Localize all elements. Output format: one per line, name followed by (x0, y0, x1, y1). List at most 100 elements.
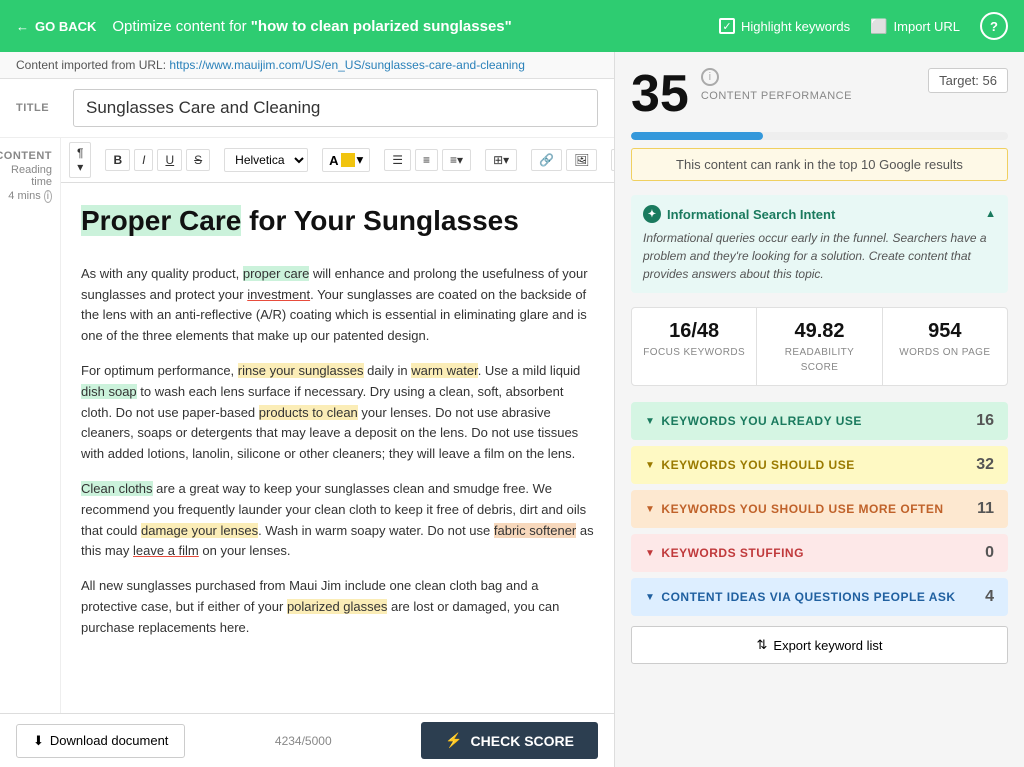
keyword-row-0[interactable]: ▼ KEYWORDS YOU ALREADY USE 16 (631, 402, 1008, 440)
import-icon: ⬜ (870, 18, 887, 35)
rank-banner: This content can rank in the top 10 Goog… (631, 148, 1008, 181)
import-url-button[interactable]: ⬜ Import URL (870, 18, 960, 35)
help-button[interactable]: ? (980, 12, 1008, 40)
right-panel: 35 i CONTENT PERFORMANCE Target: 56 This… (615, 52, 1024, 767)
score-bar-fill (631, 132, 763, 140)
kw-count-1: 32 (976, 456, 994, 474)
stats-row: 16/48 FOCUS KEYWORDS 49.82 READABILITY S… (631, 307, 1008, 386)
heading-highlight-1: Proper Care (81, 205, 241, 236)
kw-count-3: 0 (985, 544, 994, 562)
score-bar (631, 132, 1008, 140)
kw-label-4: CONTENT IDEAS VIA QUESTIONS PEOPLE ASK (661, 590, 955, 604)
toolbar-source-btn[interactable]: </> (611, 149, 614, 171)
back-button[interactable]: ← GO BACK (16, 19, 96, 34)
toolbar-bold-btn[interactable]: B (105, 149, 130, 171)
toolbar-strikethrough-btn[interactable]: S (186, 149, 210, 171)
toolbar-font-select[interactable]: Helvetica (224, 148, 308, 172)
editor-paragraph-2: For optimum performance, rinse your sung… (81, 361, 594, 465)
keyword-row-1[interactable]: ▼ KEYWORDS YOU SHOULD USE 32 (631, 446, 1008, 484)
export-icon: ⇅ (757, 637, 768, 653)
editor-paragraph-4: All new sunglasses purchased from Maui J… (81, 576, 594, 638)
readability-stat: 49.82 READABILITY SCORE (757, 308, 882, 385)
editor-area: TITLE CONTENT Reading time 4 mins i ¶ ▾ (0, 79, 614, 767)
editor-heading: Proper Care for Your Sunglasses (81, 199, 594, 244)
kw-label-2: KEYWORDS YOU SHOULD USE MORE OFTEN (661, 502, 943, 516)
kw-chevron-0: ▼ (645, 416, 655, 427)
keyword-row-3[interactable]: ▼ KEYWORDS STUFFING 0 (631, 534, 1008, 572)
keyword-section: ▼ KEYWORDS YOU ALREADY USE 16 ▼ KEYWORDS… (631, 402, 1008, 616)
editor-paragraph-1: As with any quality product, proper care… (81, 264, 594, 347)
topbar-actions: ✓ Highlight keywords ⬜ Import URL ? (719, 12, 1008, 40)
score-label: CONTENT PERFORMANCE (701, 90, 852, 102)
back-arrow-icon: ← (16, 19, 29, 34)
toolbar-paragraph-btn[interactable]: ¶ ▾ (69, 142, 91, 178)
intent-header: ✦ Informational Search Intent ▲ (643, 205, 996, 223)
kw-label-1: KEYWORDS YOU SHOULD USE (661, 458, 854, 472)
reading-time-value: 4 mins i (8, 190, 52, 202)
content-label-col: CONTENT Reading time 4 mins i (0, 138, 60, 713)
word-count: 4234/5000 (197, 734, 409, 748)
title-label: TITLE (16, 102, 61, 114)
intent-chevron: ▲ (985, 208, 996, 220)
editor-col: ¶ ▾ B I U S Helvetica A (60, 138, 614, 713)
download-icon: ⬇ (33, 733, 44, 749)
color-swatch (341, 153, 355, 167)
kw-chevron-3: ▼ (645, 548, 655, 559)
back-label: GO BACK (35, 19, 96, 34)
intent-title: ✦ Informational Search Intent (643, 205, 835, 223)
kw-count-0: 16 (976, 412, 994, 430)
editor-paragraph-3: Clean cloths are a great way to keep you… (81, 479, 594, 562)
score-section: 35 i CONTENT PERFORMANCE Target: 56 (631, 68, 1008, 120)
highlight-keywords-toggle[interactable]: ✓ Highlight keywords (719, 18, 850, 34)
toolbar-list-btn[interactable]: ☰ (384, 149, 411, 171)
keyword-row-2[interactable]: ▼ KEYWORDS YOU SHOULD USE MORE OFTEN 11 (631, 490, 1008, 528)
score-icon: i (701, 68, 719, 86)
export-keyword-list-button[interactable]: ⇅ Export keyword list (631, 626, 1008, 664)
toolbar-image-btn[interactable]: 🖼 (566, 149, 597, 171)
check-score-icon: ⚡ (445, 732, 462, 749)
kw-label-3: KEYWORDS STUFFING (661, 546, 804, 560)
checkbox-icon: ✓ (719, 18, 735, 34)
topbar: ← GO BACK Optimize content for "how to c… (0, 0, 1024, 52)
content-row: CONTENT Reading time 4 mins i ¶ ▾ B I U (0, 138, 614, 713)
toolbar-underline-btn[interactable]: U (157, 149, 182, 171)
info-icon: i (44, 190, 52, 203)
target-badge: Target: 56 (928, 68, 1008, 93)
keyword-row-4[interactable]: ▼ CONTENT IDEAS VIA QUESTIONS PEOPLE ASK… (631, 578, 1008, 616)
check-score-button[interactable]: ⚡ CHECK SCORE (421, 722, 598, 759)
toolbar-align-btn[interactable]: ≡▾ (442, 149, 471, 171)
toolbar-list2-btn[interactable]: ≡ (415, 149, 438, 171)
url-link[interactable]: https://www.mauijim.com/US/en_US/sunglas… (169, 58, 524, 72)
title-row: TITLE (0, 79, 614, 138)
words-on-page-stat: 954 WORDS ON PAGE (883, 308, 1007, 385)
focus-keywords-stat: 16/48 FOCUS KEYWORDS (632, 308, 757, 385)
kw-count-4: 4 (985, 588, 994, 606)
toolbar-table-btn[interactable]: ⊞▾ (485, 149, 517, 171)
score-info: i CONTENT PERFORMANCE (701, 68, 852, 102)
intent-card: ✦ Informational Search Intent ▲ Informat… (631, 195, 1008, 293)
content-label: CONTENT (0, 150, 52, 162)
download-button[interactable]: ⬇ Download document (16, 724, 185, 758)
toolbar-link-btn[interactable]: 🔗 (531, 149, 562, 171)
editor-content[interactable]: Proper Care for Your Sunglasses As with … (61, 183, 614, 713)
intent-body: Informational queries occur early in the… (643, 229, 996, 283)
topbar-title: Optimize content for "how to clean polar… (112, 18, 703, 35)
kw-chevron-4: ▼ (645, 592, 655, 603)
color-chevron: ▾ (357, 152, 364, 168)
toolbar: ¶ ▾ B I U S Helvetica A (61, 138, 614, 183)
toolbar-color-btn[interactable]: A ▾ (322, 148, 370, 172)
kw-label-0: KEYWORDS YOU ALREADY USE (661, 414, 861, 428)
bottom-bar: ⬇ Download document 4234/5000 ⚡ CHECK SC… (0, 713, 614, 767)
score-bar-container (631, 132, 1008, 140)
left-panel: Content imported from URL: https://www.m… (0, 52, 615, 767)
kw-count-2: 11 (977, 500, 994, 518)
title-input[interactable] (73, 89, 598, 127)
score-number: 35 (631, 68, 689, 120)
toolbar-italic-btn[interactable]: I (134, 149, 153, 171)
intent-icon: ✦ (643, 205, 661, 223)
kw-chevron-1: ▼ (645, 460, 655, 471)
main-layout: Content imported from URL: https://www.m… (0, 52, 1024, 767)
reading-time-label: Reading time (8, 164, 52, 188)
url-banner: Content imported from URL: https://www.m… (0, 52, 614, 79)
kw-chevron-2: ▼ (645, 504, 655, 515)
